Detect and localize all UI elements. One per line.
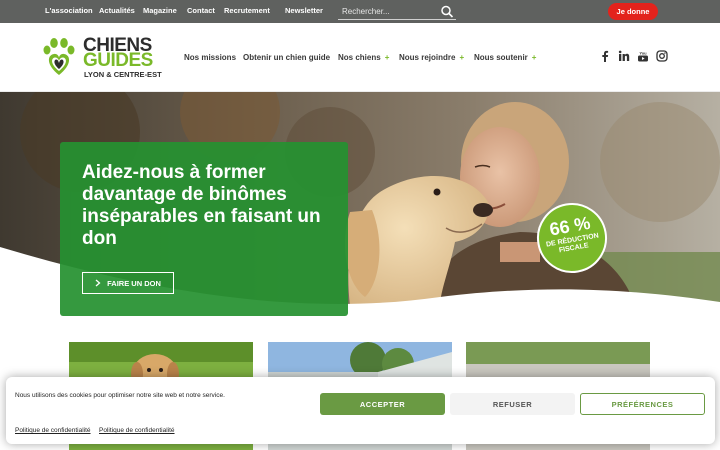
paw-heart-icon xyxy=(43,38,75,75)
hero-title: Aidez-nous à former davantage de binômes… xyxy=(82,162,321,249)
donate-cta-label: FAIRE UN DON xyxy=(107,278,161,288)
accept-cookies-button[interactable]: ACCEPTER xyxy=(320,393,445,415)
plus-icon: + xyxy=(384,53,390,62)
logo-text-line3: LYON & CENTRE-EST xyxy=(84,70,162,79)
privacy-policy-link-2[interactable]: Politique de confidentialité xyxy=(99,427,175,434)
nav-item-obtenir[interactable]: Obtenir un chien guide xyxy=(243,53,330,62)
youtube-icon[interactable]: You xyxy=(637,50,649,62)
top-link-magazine[interactable]: Magazine xyxy=(143,6,177,15)
top-bar: L'association Actualités Magazine Contac… xyxy=(0,0,720,23)
linkedin-icon[interactable] xyxy=(618,50,630,62)
top-link-recrutement[interactable]: Recrutement xyxy=(224,6,270,15)
donate-button[interactable]: Je donne xyxy=(608,3,658,20)
nav-item-rejoindre[interactable]: Nous rejoindre + xyxy=(399,53,464,62)
refuse-cookies-button[interactable]: REFUSER xyxy=(450,393,575,415)
privacy-policy-link[interactable]: Politique de confidentialité xyxy=(15,427,91,434)
hero-card: Aidez-nous à former davantage de binômes… xyxy=(60,142,348,316)
logo-text-line2: GUIDES xyxy=(83,50,153,71)
top-link-actualites[interactable]: Actualités xyxy=(99,6,135,15)
search-box xyxy=(338,3,456,20)
chevron-right-icon xyxy=(95,279,101,287)
facebook-icon[interactable] xyxy=(599,50,611,62)
nav-item-label: Nous rejoindre xyxy=(399,53,456,62)
cookie-message: Nous utilisons des cookies pour optimise… xyxy=(15,392,225,399)
nav-item-label: Nos chiens xyxy=(338,53,381,62)
plus-icon: + xyxy=(459,53,465,62)
search-icon[interactable] xyxy=(440,5,454,18)
nav-item-soutenir[interactable]: Nous soutenir + xyxy=(474,53,536,62)
cookie-banner: Nous utilisons des cookies pour optimise… xyxy=(6,377,715,444)
nav-item-missions[interactable]: Nos missions xyxy=(184,53,236,62)
plus-icon: + xyxy=(531,53,537,62)
top-link-newsletter[interactable]: Newsletter xyxy=(285,6,323,15)
main-header: CHIENS GUIDES LYON & CENTRE-EST Nos miss… xyxy=(0,23,720,92)
top-link-contact[interactable]: Contact xyxy=(187,6,215,15)
nav-item-label: Nos missions xyxy=(184,53,237,62)
search-input[interactable] xyxy=(342,5,438,17)
site-logo[interactable]: CHIENS GUIDES LYON & CENTRE-EST xyxy=(42,36,162,86)
donate-cta-button[interactable]: FAIRE UN DON xyxy=(82,272,174,294)
svg-text:You: You xyxy=(639,51,647,56)
cookie-preferences-button[interactable]: PRÉFÉRENCES xyxy=(580,393,705,415)
instagram-icon[interactable] xyxy=(656,50,668,62)
nav-item-label: Nous soutenir xyxy=(474,53,528,62)
nav-item-label: Obtenir un chien guide xyxy=(243,53,331,62)
nav-item-nos-chiens[interactable]: Nos chiens + xyxy=(338,53,389,62)
top-link-association[interactable]: L'association xyxy=(45,6,93,15)
